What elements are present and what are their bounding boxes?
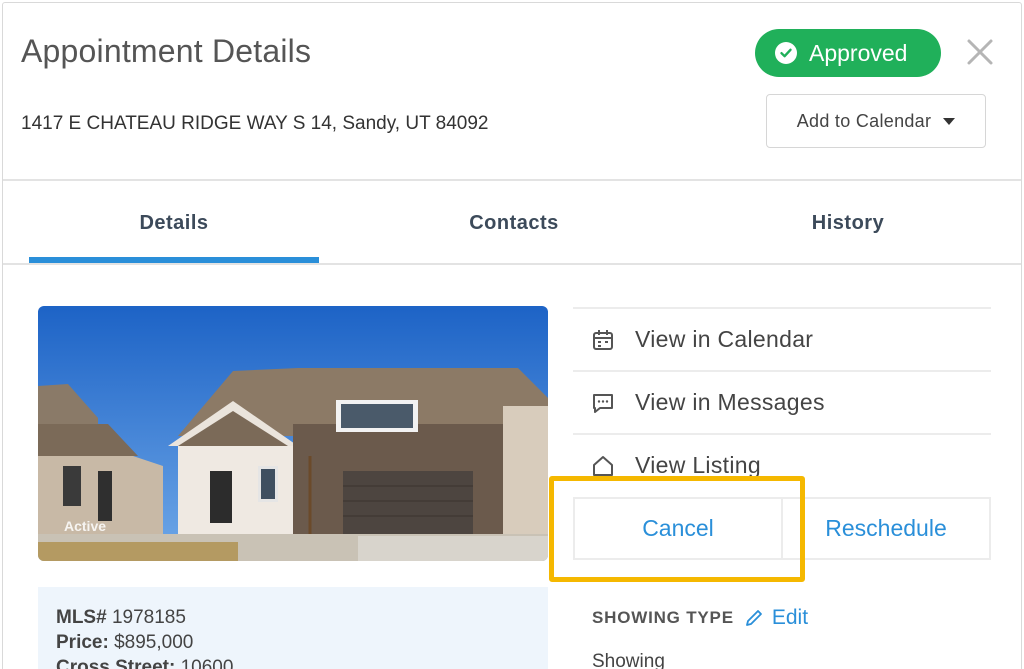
home-icon [591,454,615,478]
cross-street-row: Cross Street: 10600 [56,655,530,669]
price-value: $895,000 [114,632,194,653]
appointment-details-modal: Appointment Details 1417 E CHATEAU RIDGE… [2,2,1022,669]
caret-down-icon [943,117,956,125]
view-in-calendar-link[interactable]: View in Calendar [573,307,991,370]
listing-address: 1417 E CHATEAU RIDGE WAY S 14, Sandy, UT… [21,113,489,134]
listing-info: MLS# 1978185 Price: $895,000 Cross Stree… [38,587,548,669]
mls-value: 1978185 [111,607,186,628]
showing-type-value: Showing [592,651,665,669]
add-to-calendar-button[interactable]: Add to Calendar [766,94,986,148]
showing-type-label: SHOWING TYPE [592,608,734,627]
modal-header: Appointment Details 1417 E CHATEAU RIDGE… [3,3,1021,181]
status-label: Approved [809,39,908,66]
cross-street-value: 10600 [180,657,234,669]
view-listing-link[interactable]: View Listing [573,433,991,496]
check-circle-icon [775,42,797,64]
action-list: View in Calendar View in Messages View L… [573,307,991,496]
price-row: Price: $895,000 [56,632,194,653]
status-badge: Approved [755,29,941,77]
close-icon[interactable] [963,35,997,69]
tab-bar: Details Contacts History [3,183,1021,265]
listing-status-label: Active [64,518,107,534]
message-icon [591,391,615,415]
reschedule-button[interactable]: Reschedule [781,499,989,558]
appointment-action-buttons: Cancel Reschedule [573,497,991,560]
view-listing-label: View Listing [635,452,761,478]
edit-showing-type-link[interactable]: Edit [744,606,808,630]
view-in-calendar-label: View in Calendar [635,326,814,352]
tab-history[interactable]: History [703,183,993,263]
tab-contacts[interactable]: Contacts [369,183,659,263]
cancel-button[interactable]: Cancel [575,499,781,558]
page-title: Appointment Details [21,33,312,69]
calendar-icon [591,328,615,352]
edit-label: Edit [771,606,809,629]
active-tab-indicator [29,257,319,263]
add-to-calendar-label: Add to Calendar [796,110,932,131]
pencil-icon [745,610,762,626]
showing-type-header: SHOWING TYPE Edit [592,606,808,630]
mls-row: MLS# 1978185 [56,607,186,628]
view-in-messages-link[interactable]: View in Messages [573,370,991,433]
listing-photo[interactable]: Active [38,306,548,561]
tab-details[interactable]: Details [29,183,319,263]
view-in-messages-label: View in Messages [635,389,825,415]
